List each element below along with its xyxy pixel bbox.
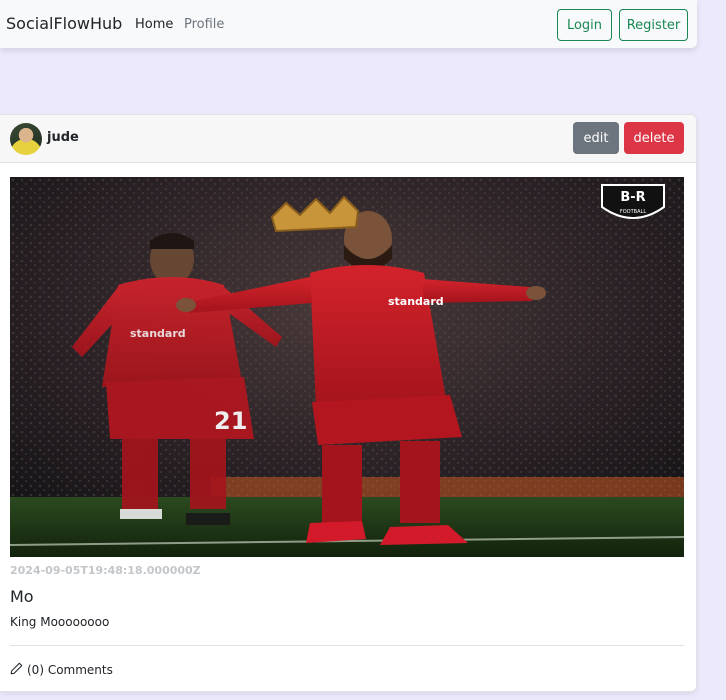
delete-post-button[interactable]: delete: [624, 122, 684, 154]
badge-text: B-R: [620, 190, 645, 205]
post-card-header: jude edit delete: [0, 115, 696, 163]
brand-logo[interactable]: SocialFlowHub: [6, 14, 122, 33]
nav-link-home[interactable]: Home: [135, 17, 173, 32]
post-title: Mo: [10, 587, 34, 606]
avatar[interactable]: [10, 123, 42, 155]
register-button[interactable]: Register: [619, 9, 688, 41]
player-number-left: 21: [214, 407, 247, 435]
post-timestamp: 2024-09-05T19:48:18.000000Z: [10, 564, 201, 577]
comments-link[interactable]: (0) Comments: [10, 662, 113, 678]
badge-subtext: FOOTBALL: [620, 209, 646, 215]
pen-icon: [10, 662, 23, 678]
svg-text:standard: standard: [130, 327, 186, 340]
navbar: SocialFlowHub Home Profile Login Registe…: [0, 0, 697, 48]
divider: [10, 645, 684, 646]
post-card: jude edit delete 21 standard standard B-…: [0, 114, 697, 692]
post-author[interactable]: jude: [47, 130, 79, 145]
comments-label: (0) Comments: [27, 663, 113, 677]
svg-text:standard: standard: [388, 295, 444, 308]
post-body: King Moooooooo: [10, 615, 110, 629]
nav-link-profile[interactable]: Profile: [184, 17, 224, 32]
edit-post-button[interactable]: edit: [573, 122, 619, 154]
br-football-badge: B-R FOOTBALL: [601, 184, 665, 219]
post-image: 21 standard standard B-R FOOTBALL: [10, 177, 684, 557]
login-button[interactable]: Login: [557, 9, 612, 41]
